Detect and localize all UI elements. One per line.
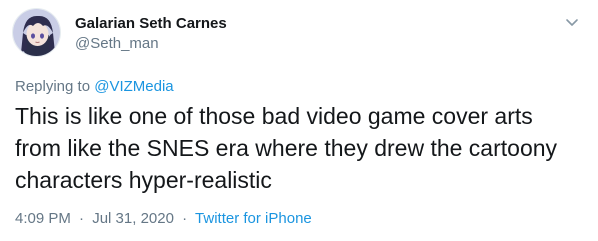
author-block: Galarian Seth Carnes @Seth_man [75, 14, 227, 53]
chevron-down-icon [566, 19, 578, 26]
replying-to: Replying to @VIZMedia [15, 78, 174, 95]
meta-separator: · [79, 210, 85, 227]
meta-separator-2: · [182, 210, 188, 227]
tweet-text: This is like one of those bad video game… [15, 103, 558, 193]
anime-avatar-icon [13, 9, 60, 56]
reply-mention-link[interactable]: @VIZMedia [94, 78, 173, 95]
tweet-source-link[interactable]: Twitter for iPhone [195, 210, 312, 227]
tweet-card: Galarian Seth Carnes @Seth_man Replying … [0, 0, 598, 241]
avatar[interactable] [12, 8, 61, 57]
tweet-date[interactable]: Jul 31, 2020 [92, 210, 174, 227]
tweet-meta: 4:09 PM · Jul 31, 2020 · Twitter for iPh… [15, 210, 312, 227]
more-options-button[interactable] [564, 14, 580, 30]
replying-to-label: Replying to [15, 78, 95, 95]
author-display-name[interactable]: Galarian Seth Carnes [75, 14, 227, 33]
author-handle[interactable]: @Seth_man [75, 34, 227, 53]
tweet-time[interactable]: 4:09 PM [15, 210, 71, 227]
